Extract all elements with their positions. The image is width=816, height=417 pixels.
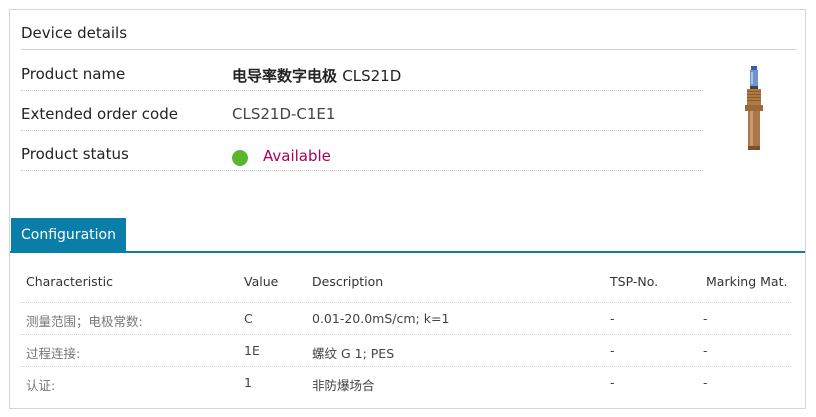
cell-characteristic: 认证: [26, 378, 56, 393]
cell-tsp-no: - [610, 311, 615, 326]
column-header-characteristic: Characteristic [26, 274, 113, 289]
column-header-value: Value [244, 274, 279, 289]
cell-value: 1E [244, 343, 260, 358]
cell-marking-mat: - [703, 375, 708, 390]
cell-value: C [244, 311, 253, 326]
order-code-value: CLS21D-C1E1 [232, 105, 336, 123]
table-divider [21, 334, 791, 335]
cell-tsp-no: - [610, 375, 615, 390]
column-header-description: Description [312, 274, 384, 289]
product-name-cjk: 电导率数字电极 [232, 67, 338, 85]
row-divider [21, 130, 703, 131]
cell-description: 0.01-20.0mS/cm; k=1 [312, 311, 450, 326]
product-name-model: CLS21D [342, 67, 402, 85]
cell-marking-mat: - [703, 311, 708, 326]
tab-underline [10, 251, 805, 253]
tab-configuration[interactable]: Configuration [11, 218, 126, 252]
cell-description: 非防爆场合 [312, 378, 375, 393]
row-divider [21, 170, 703, 171]
cell-tsp-no: - [610, 343, 615, 358]
cell-description: 螺纹 G 1; PES [312, 346, 395, 361]
column-header-marking-mat: Marking Mat. [706, 274, 788, 289]
device-details-panel: Device details Product name 电导率数字电极 CLS2… [9, 9, 806, 409]
table-divider [21, 302, 791, 303]
cell-characteristic: 测量范围；电极常数: [26, 314, 143, 329]
order-code-label: Extended order code [21, 105, 178, 123]
cell-marking-mat: - [703, 343, 708, 358]
product-status-label: Product status [21, 145, 129, 163]
table-divider [21, 366, 791, 367]
cell-value: 1 [244, 375, 252, 390]
row-divider [21, 90, 703, 91]
title-divider [21, 49, 796, 50]
product-name-label: Product name [21, 65, 126, 83]
column-header-tsp-no: TSP-No. [610, 274, 659, 289]
status-dot-icon [232, 150, 248, 166]
status-value: Available [263, 147, 331, 165]
product-name-value: 电导率数字电极 CLS21D [232, 65, 401, 86]
conductivity-sensor-image [745, 66, 763, 150]
cell-characteristic: 过程连接: [26, 346, 81, 361]
section-title: Device details [21, 24, 128, 42]
